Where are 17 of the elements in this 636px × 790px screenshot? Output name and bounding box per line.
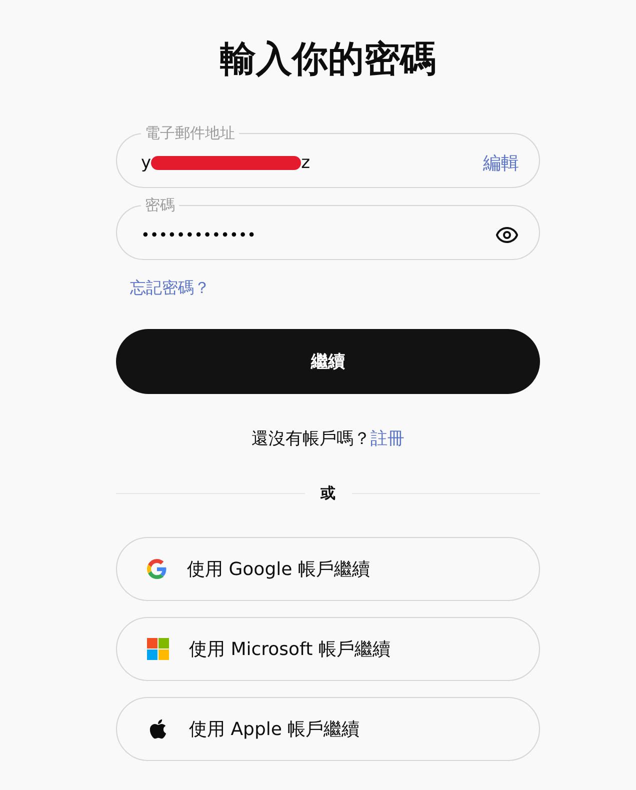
email-field[interactable]: 電子郵件地址 y z 編輯 <box>116 124 540 188</box>
password-input[interactable]: ••••••••••••• <box>141 226 495 244</box>
social-login-button[interactable]: 使用 Microsoft 帳戶繼續 <box>116 617 540 681</box>
edit-link[interactable]: 編輯 <box>483 151 519 175</box>
divider-text: 或 <box>320 484 336 503</box>
page-title: 輸入你的密碼 <box>219 38 437 82</box>
email-text: y <box>141 153 152 173</box>
field-label: 電子郵件地址 <box>144 124 236 143</box>
email-text: z <box>301 153 310 173</box>
social-login-button[interactable]: 使用 Google 帳戶繼續 <box>116 537 540 601</box>
continue-button[interactable]: 繼續 <box>116 329 540 394</box>
password-field[interactable]: 密碼 ••••••••••••• <box>116 196 540 260</box>
social-login-button[interactable]: 使用 Apple 帳戶繼續 <box>116 697 540 761</box>
forgot-password-link[interactable]: 忘記密碼？ <box>130 278 210 299</box>
signup-prompt: 還沒有帳戶嗎？ <box>252 429 370 449</box>
signup-link[interactable]: 註冊 <box>370 429 404 449</box>
field-label: 密碼 <box>144 196 176 215</box>
